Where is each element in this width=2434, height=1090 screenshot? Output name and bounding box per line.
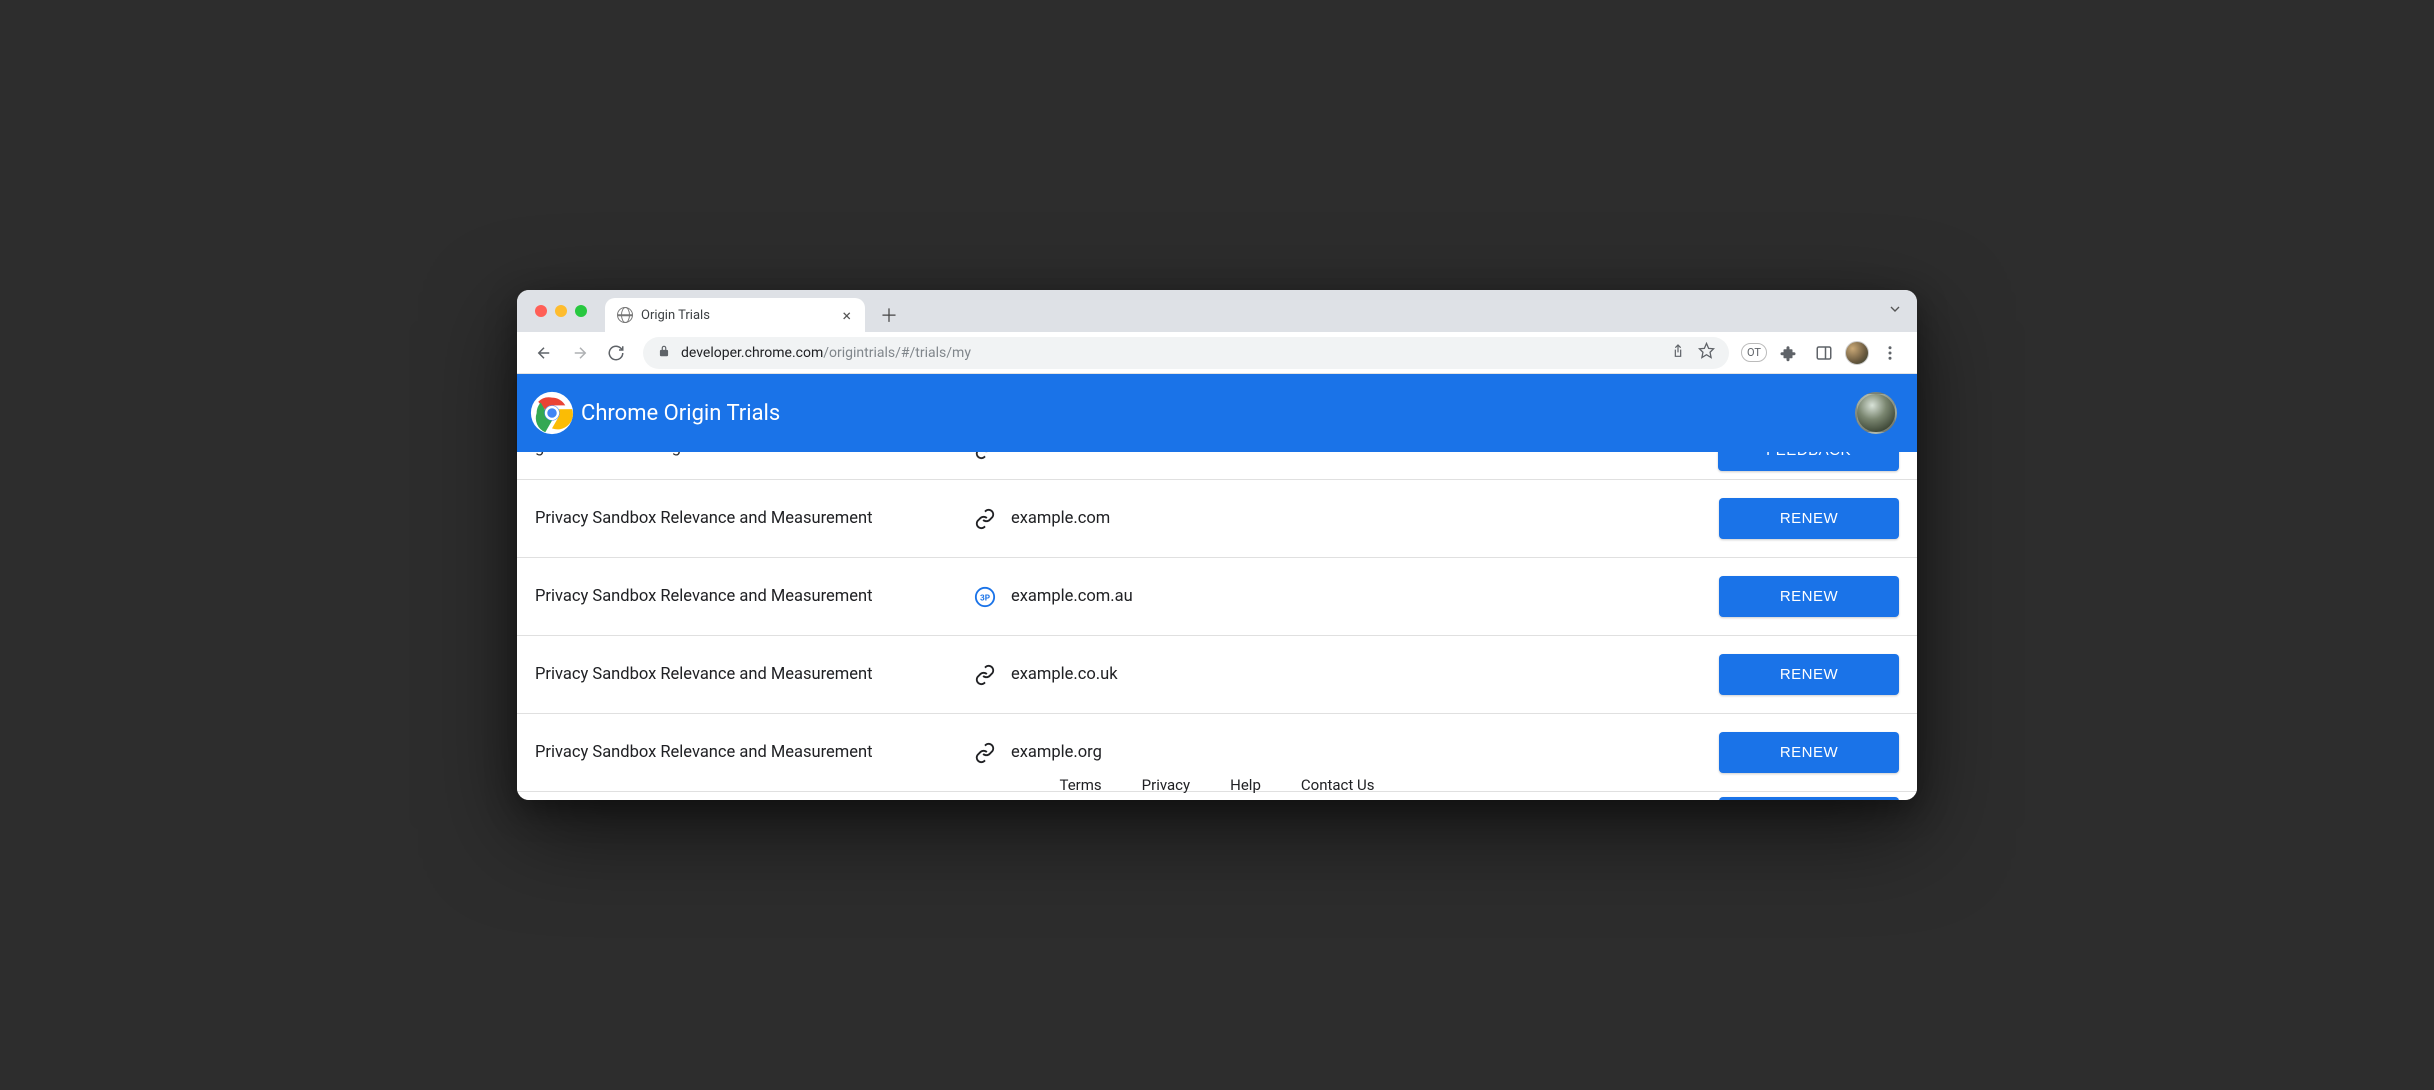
feedback-button[interactable]: FEEDBACK [1718,452,1899,471]
page-title: Chrome Origin Trials [581,401,780,426]
trial-row[interactable]: Privacy Sandbox Relevance and Measuremen… [517,480,1917,558]
profile-avatar-button[interactable] [1845,341,1869,365]
link-icon [965,452,1005,460]
trial-name: getCurrentBrowsingContextMedia [535,452,965,457]
extensions-button[interactable] [1773,338,1803,368]
trial-name: Privacy Sandbox Relevance and Measuremen… [535,665,965,684]
footer-link-help[interactable]: Help [1230,776,1261,794]
chrome-logo-icon [529,390,575,436]
ot-badge[interactable]: OT [1741,343,1767,362]
minimize-window-button[interactable] [555,305,567,317]
trial-row[interactable]: Privacy Sandbox Relevance and Measuremen… [517,636,1917,714]
maximize-window-button[interactable] [575,305,587,317]
footer-link-terms[interactable]: Terms [1060,776,1102,794]
link-icon [965,508,1005,530]
footer-link-contact[interactable]: Contact Us [1301,776,1375,794]
browser-window: Origin Trials × ＋ developer.chrome.com/o… [517,290,1917,800]
back-button[interactable] [529,338,559,368]
browser-tab[interactable]: Origin Trials × [605,298,865,332]
url-path: /origintrials/#/trials/my [823,345,971,361]
trial-row[interactable]: Privacy Sandbox Relevance and Measuremen… [517,558,1917,636]
share-icon[interactable] [1670,343,1686,363]
trial-name: Privacy Sandbox Relevance and Measuremen… [535,743,965,762]
bookmark-star-icon[interactable] [1698,342,1715,363]
chrome-menu-button[interactable] [1875,338,1905,368]
page-header: Chrome Origin Trials [517,374,1917,452]
close-tab-button[interactable]: × [838,306,855,325]
origin: example.co.uk [1005,665,1719,684]
trial-name: Privacy Sandbox Relevance and Measuremen… [535,587,965,606]
lock-icon [657,344,671,362]
third-party-icon: 3P [965,586,1005,608]
origin: example.com [1005,509,1719,528]
renew-button[interactable]: RENEW [1719,498,1899,539]
url-host: developer.chrome.com [681,345,823,361]
tab-strip: Origin Trials × ＋ [517,290,1917,332]
trial-name: Privacy Sandbox Relevance and Measuremen… [535,509,965,528]
footer-link-privacy[interactable]: Privacy [1142,776,1190,794]
renew-button[interactable]: RENEW [1719,654,1899,695]
reload-button[interactable] [601,338,631,368]
renew-button[interactable]: RENEW [1719,576,1899,617]
trial-row[interactable]: Privacy Sandbox Relevance and Measuremen… [517,792,1917,800]
window-controls [531,290,595,332]
link-icon [965,664,1005,686]
globe-icon [617,307,633,323]
new-tab-button[interactable]: ＋ [875,301,903,329]
address-bar[interactable]: developer.chrome.com/origintrials/#/tria… [643,337,1729,369]
renew-button[interactable]: RENEW [1719,797,1899,800]
user-avatar[interactable] [1855,392,1897,434]
forward-button[interactable] [565,338,595,368]
close-window-button[interactable] [535,305,547,317]
side-panel-button[interactable] [1809,338,1839,368]
tab-title: Origin Trials [641,308,710,323]
link-icon [965,742,1005,764]
renew-button[interactable]: RENEW [1719,732,1899,773]
url-text: developer.chrome.com/origintrials/#/tria… [681,345,971,361]
origin: example.com.au [1005,587,1719,606]
origin: example.org [1005,743,1719,762]
trial-row[interactable]: getCurrentBrowsingContextMedia FEEDBACK [517,452,1917,480]
trials-list: getCurrentBrowsingContextMedia FEEDBACK … [517,452,1917,800]
browser-toolbar: developer.chrome.com/origintrials/#/tria… [517,332,1917,374]
trial-row[interactable]: Privacy Sandbox Relevance and Measuremen… [517,714,1917,792]
tabs-dropdown-button[interactable] [1887,301,1903,321]
svg-text:3P: 3P [980,593,990,603]
